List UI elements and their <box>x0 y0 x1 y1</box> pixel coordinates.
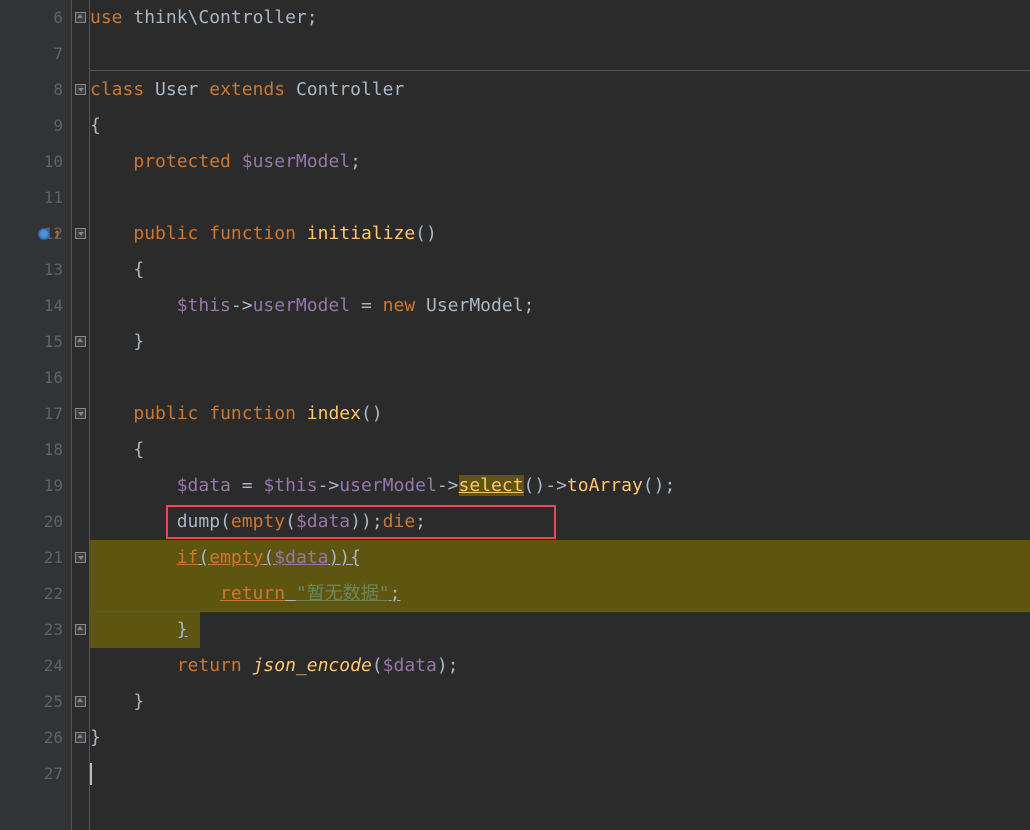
code-line[interactable] <box>90 36 1030 72</box>
code-line[interactable]: } <box>90 720 1030 756</box>
line-number[interactable]: 13 <box>0 252 63 288</box>
code-line[interactable]: $this->userModel = new UserModel; <box>90 288 1030 324</box>
line-number-gutter[interactable]: 6 7 8 9 10 11 12 ↑ 13 14 15 16 17 18 19 … <box>0 0 72 830</box>
code-editor[interactable]: 6 7 8 9 10 11 12 ↑ 13 14 15 16 17 18 19 … <box>0 0 1030 830</box>
code-line[interactable]: if(empty($data)){ <box>90 540 1030 576</box>
line-number[interactable]: 22 <box>0 576 63 612</box>
code-line[interactable]: use think\Controller; <box>90 0 1030 36</box>
fold-end-icon[interactable] <box>75 732 86 743</box>
line-number[interactable]: 8 <box>0 72 63 108</box>
line-number[interactable]: 11 <box>0 180 63 216</box>
arrow-up-icon: ↑ <box>53 216 61 252</box>
line-number[interactable]: 25 <box>0 684 63 720</box>
code-line[interactable]: protected $userModel; <box>90 144 1030 180</box>
line-number[interactable]: 16 <box>0 360 63 396</box>
override-gutter-icon[interactable] <box>38 228 50 240</box>
fold-marker-icon[interactable] <box>75 552 86 563</box>
fold-marker-icon[interactable] <box>75 84 86 95</box>
caret <box>90 763 92 785</box>
code-line[interactable]: } <box>90 684 1030 720</box>
fold-end-icon[interactable] <box>75 12 86 23</box>
code-line[interactable]: class User extends Controller <box>90 72 1030 108</box>
fold-end-icon[interactable] <box>75 336 86 347</box>
line-number[interactable]: 17 <box>0 396 63 432</box>
line-number[interactable]: 18 <box>0 432 63 468</box>
code-line[interactable]: { <box>90 108 1030 144</box>
code-line[interactable]: { <box>90 252 1030 288</box>
line-number[interactable]: 24 <box>0 648 63 684</box>
code-line[interactable]: } <box>90 324 1030 360</box>
line-number[interactable]: 20 <box>0 504 63 540</box>
code-line[interactable] <box>90 756 1030 792</box>
line-number[interactable]: 12 ↑ <box>0 216 63 252</box>
code-line[interactable] <box>90 360 1030 396</box>
line-number[interactable]: 9 <box>0 108 63 144</box>
line-number[interactable]: 21 <box>0 540 63 576</box>
code-line[interactable]: } <box>90 612 1030 648</box>
code-line[interactable]: return json_encode($data); <box>90 648 1030 684</box>
line-number[interactable]: 15 <box>0 324 63 360</box>
line-number[interactable]: 26 <box>0 720 63 756</box>
line-number[interactable]: 6 <box>0 0 63 36</box>
code-line[interactable] <box>90 180 1030 216</box>
code-line[interactable]: { <box>90 432 1030 468</box>
fold-end-icon[interactable] <box>75 624 86 635</box>
code-line[interactable]: public function index() <box>90 396 1030 432</box>
fold-marker-icon[interactable] <box>75 408 86 419</box>
code-line[interactable]: return "暂无数据"; <box>90 576 1030 612</box>
code-line[interactable]: public function initialize() <box>90 216 1030 252</box>
line-number[interactable]: 7 <box>0 36 63 72</box>
code-area[interactable]: use think\Controller; class User extends… <box>90 0 1030 830</box>
fold-end-icon[interactable] <box>75 696 86 707</box>
fold-column[interactable] <box>72 0 90 830</box>
fold-marker-icon[interactable] <box>75 228 86 239</box>
code-line[interactable]: $data = $this->userModel->select()->toAr… <box>90 468 1030 504</box>
line-number[interactable]: 10 <box>0 144 63 180</box>
line-number[interactable]: 14 <box>0 288 63 324</box>
line-number[interactable]: 23 <box>0 612 63 648</box>
code-line[interactable]: dump(empty($data));die; <box>90 504 1030 540</box>
line-number[interactable]: 19 <box>0 468 63 504</box>
line-number[interactable]: 27 <box>0 756 63 792</box>
